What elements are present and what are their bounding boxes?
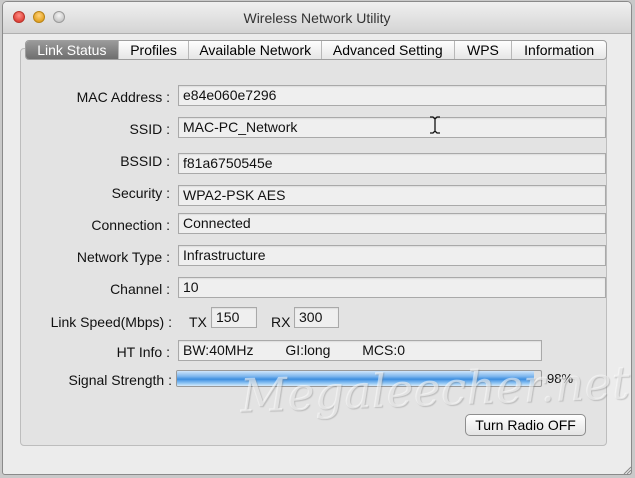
signal-strength-percent: 98% [547,371,574,386]
mac-address-field[interactable]: e84e060e7296 [178,85,606,106]
rx-label: RX [271,314,291,330]
tab-available-network[interactable]: Available Network [189,41,322,59]
network-type-label: Network Type : [76,249,170,265]
channel-label: Channel : [110,281,170,297]
connection-label: Connection : [91,217,170,233]
resize-grip-icon[interactable] [622,465,632,475]
ht-gi-value: GI:long [285,342,331,358]
tab-profiles[interactable]: Profiles [119,41,190,59]
tab-wps[interactable]: WPS [455,41,513,59]
signal-strength-fill [177,371,534,386]
tab-advanced-setting[interactable]: Advanced Setting [322,41,455,59]
network-type-field[interactable]: Infrastructure [178,245,606,266]
link-speed-label: Link Speed(Mbps) : [50,314,172,330]
ht-info-label: HT Info : [116,344,170,360]
signal-strength-bar [176,370,542,387]
bssid-label: BSSID : [120,153,170,169]
ssid-label: SSID : [129,121,170,137]
tx-speed-field[interactable]: 150 [211,307,257,328]
tab-link-status[interactable]: Link Status [26,41,119,59]
ht-mcs-value: MCS:0 [362,342,406,358]
security-field[interactable]: WPA2-PSK AES [178,185,606,206]
channel-field[interactable]: 10 [178,277,606,298]
window-title: Wireless Network Utility [243,10,391,26]
title-bar[interactable]: Wireless Network Utility [3,2,631,34]
connection-field[interactable]: Connected [178,213,606,234]
bssid-field[interactable]: f81a6750545e [178,153,606,174]
rx-speed-field[interactable]: 300 [294,307,339,328]
tab-information[interactable]: Information [512,41,606,59]
ht-bw-value: BW:40MHz [183,342,254,358]
ht-info-field: BW:40MHz GI:long MCS:0 [178,340,542,361]
signal-strength-label: Signal Strength : [68,372,172,388]
security-label: Security : [111,185,170,201]
tx-label: TX [189,314,207,330]
text-cursor-icon [430,116,440,134]
turn-radio-off-button[interactable]: Turn Radio OFF [465,414,586,436]
mac-address-label: MAC Address : [76,89,170,105]
ssid-field[interactable]: MAC-PC_Network [178,117,606,138]
tab-bar: Link Status Profiles Available Network A… [25,40,607,60]
